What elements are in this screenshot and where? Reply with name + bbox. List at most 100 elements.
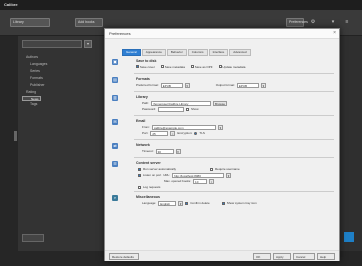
server-url-field[interactable]: http://localhost:8080 [172, 172, 225, 178]
sidebar-search-input[interactable] [22, 40, 82, 48]
formats-row: Preferred format: EPUB ▾ Output format: … [136, 82, 266, 88]
tray-icon-checkbox[interactable] [221, 201, 225, 205]
splitter-handle[interactable] [14, 131, 17, 141]
require-username-checkbox[interactable] [210, 167, 214, 171]
server-url-label: URL: [163, 173, 171, 177]
listen-port-checkbox[interactable] [138, 173, 141, 177]
max-books-stepper[interactable]: ↕ [209, 178, 215, 184]
help-button[interactable]: Help [317, 253, 335, 260]
sidebar-item-rating[interactable]: Rating [22, 89, 102, 96]
show-password-checkbox[interactable] [186, 107, 190, 111]
sidebar-item-tags[interactable]: Tags [22, 101, 102, 108]
preferred-format-label: Preferred format: [136, 83, 159, 87]
tab-behavior[interactable]: Behavior [166, 49, 187, 56]
option-save-cover[interactable]: Save cover [136, 65, 155, 69]
network-timeout-label: Timeout: [142, 149, 154, 153]
sidebar-item-authors[interactable]: Authors [22, 54, 102, 61]
log-requests-label: Log requests [143, 185, 161, 189]
email-port-field[interactable]: 25 [150, 130, 169, 136]
tray-icon-label: Show system tray icon [226, 201, 257, 205]
tab-interface[interactable]: Interface [208, 49, 229, 56]
left-edge-bar [0, 36, 18, 251]
email-from-dropdown-button[interactable]: ▾ [217, 124, 223, 130]
preferences-dialog: Preferences × General Appearance Behavior C… [104, 28, 340, 261]
section-network-title: Network [136, 143, 150, 147]
library-password-row: Password: Show [142, 106, 199, 112]
sidebar-list: Authors Languages Series Formats Publisher Ra… [22, 54, 102, 108]
app-titlebar: Calibre [0, 0, 362, 10]
library-browse-button[interactable]: Browse [213, 100, 228, 106]
output-format-select[interactable]: EPUB [236, 82, 259, 88]
toolbar-library-button[interactable]: Library [10, 18, 50, 27]
server-opt3-row: Max. opened books: 10 ↕ [164, 178, 215, 184]
email-port-stepper[interactable]: ↕ [170, 130, 176, 136]
library-password-label: Password: [142, 107, 157, 111]
network-timeout-row: Timeout: 30 ▾ [142, 148, 181, 154]
sidebar-item-series[interactable]: Series [22, 68, 102, 75]
sidebar-item-formats[interactable]: Formats [22, 75, 102, 82]
cancel-button[interactable]: Cancel [293, 253, 315, 260]
tab-general[interactable]: General [122, 49, 141, 56]
sidebar-item-publisher[interactable]: Publisher [22, 82, 102, 89]
section-misc-title: Miscellaneous [136, 195, 160, 199]
email-encryption-label: Encryption: [177, 131, 193, 135]
network-timeout-dropdown-button[interactable]: ▾ [175, 148, 181, 154]
output-format-label: Output format: [215, 83, 235, 87]
tab-columns[interactable]: Columns [187, 49, 208, 56]
server-opt4-row: Log requests [138, 184, 160, 190]
search-options-button[interactable]: ▾ [84, 40, 92, 48]
language-dropdown-button[interactable]: ▾ [178, 200, 184, 206]
close-icon[interactable]: × [333, 30, 336, 36]
output-format-dropdown-button[interactable]: ▾ [260, 82, 266, 88]
run-server-label: Run server automatically [143, 167, 177, 171]
accent-button[interactable] [344, 232, 354, 242]
email-icon: ✉ [112, 119, 118, 125]
option-save-opf[interactable]: Save as OPF [190, 65, 213, 69]
run-server-checkbox[interactable] [138, 167, 141, 171]
preferred-format-dropdown-button[interactable]: ▾ [184, 82, 190, 88]
apply-button[interactable]: Apply [273, 253, 291, 260]
confirm-delete-label: Confirm delete [190, 201, 210, 205]
max-books-field[interactable]: 10 [193, 178, 208, 184]
toolbar-add-button[interactable]: Add books [75, 18, 103, 27]
encryption-radio[interactable] [194, 131, 198, 135]
ok-button[interactable]: OK [253, 253, 271, 260]
menu-icon[interactable]: ≡ [344, 19, 350, 25]
library-path-field[interactable]: /home/user/Calibre Library [151, 100, 212, 106]
log-requests-checkbox[interactable] [138, 185, 141, 189]
sidebar-item-languages[interactable]: Languages [22, 61, 102, 68]
option-save-metadata[interactable]: Save metadata [160, 65, 185, 69]
library-icon: ▥ [112, 95, 118, 101]
chevron-down-icon[interactable]: ▾ [330, 19, 336, 25]
email-port-label: Port: [142, 131, 149, 135]
restore-defaults-button[interactable]: Restore defaults [109, 253, 139, 260]
sidebar-bottom-button[interactable] [22, 234, 44, 242]
dialog-titlebar: Preferences × [105, 29, 339, 39]
section-server-title: Content server [136, 161, 161, 165]
option-update-metadata[interactable]: Update metadata [218, 65, 245, 69]
email-from-field[interactable]: calibre@example.com [151, 124, 216, 130]
language-label: Language: [142, 201, 157, 205]
sidebar: ▾ Authors Languages Series Formats Publisher… [18, 36, 106, 251]
confirm-delete-checkbox[interactable] [185, 201, 189, 205]
email-port-row: Port: 25 ↕ Encryption: TLS [142, 130, 205, 136]
preferred-format-select[interactable]: EPUB [160, 82, 183, 88]
save-icon: ▣ [112, 59, 118, 65]
listen-port-label: Listen on port [143, 173, 162, 177]
server-icon: ☰ [112, 161, 118, 167]
email-from-label: From: [142, 125, 150, 129]
tab-appearance[interactable]: Appearance [141, 49, 166, 56]
tab-advanced[interactable]: Advanced [229, 49, 251, 56]
server-url-dropdown-button[interactable]: ▾ [226, 172, 232, 178]
show-password-label: Show [191, 107, 199, 111]
toolbar-preferences-button[interactable]: Preferences [286, 18, 308, 27]
library-password-field[interactable] [158, 106, 185, 112]
section-formats-title: Formats [136, 77, 150, 81]
app-name: Calibre [4, 2, 18, 7]
network-icon: ⇄ [112, 143, 118, 149]
gear-icon[interactable]: ⚙ [310, 19, 316, 25]
tab-bar: General Appearance Behavior Columns Interfac… [122, 49, 252, 56]
language-select[interactable]: English [158, 200, 177, 206]
network-timeout-field[interactable]: 30 [155, 148, 174, 154]
dialog-footer: Restore defaults OK Apply Cancel Help [105, 250, 339, 261]
